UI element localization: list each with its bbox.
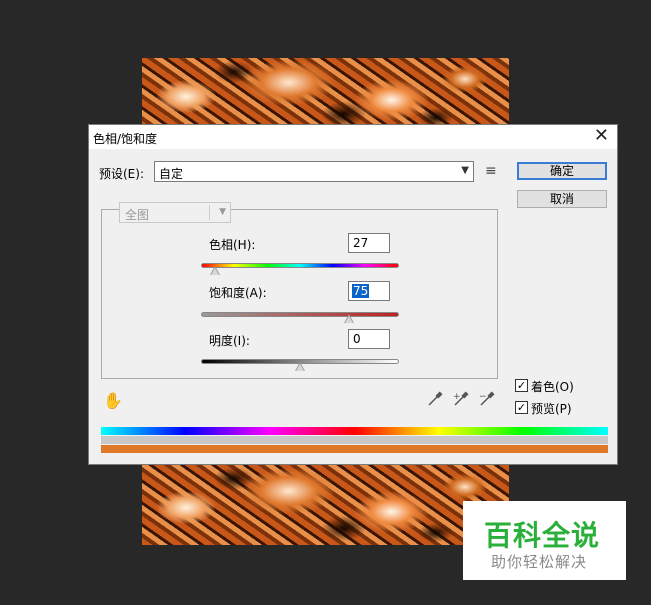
canvas-image-top (142, 58, 509, 128)
close-icon[interactable]: ✕ (594, 126, 609, 146)
input-color-bar (101, 427, 608, 435)
saturation-input[interactable]: 75 (348, 281, 390, 301)
saturation-label: 饱和度(A): (209, 286, 267, 300)
saturation-slider[interactable] (201, 312, 399, 317)
watermark-title: 百科全说 (484, 519, 601, 552)
ok-button[interactable]: 确定 (517, 162, 607, 180)
dialog-title: 色相/饱和度 (93, 132, 158, 146)
saturation-value: 75 (352, 284, 370, 298)
svg-text:+: + (453, 392, 461, 402)
chevron-down-icon: ▼ (461, 165, 469, 176)
preview-label: 预览(P) (531, 402, 572, 416)
watermark-subtitle: 助你轻松解决 (491, 553, 588, 571)
lightness-value: 0 (353, 332, 361, 346)
hue-slider-thumb[interactable] (210, 266, 220, 275)
hue-slider[interactable] (201, 263, 399, 268)
hue-input[interactable]: 27 (348, 233, 390, 253)
saturation-slider-thumb[interactable] (344, 314, 354, 323)
menu-icon[interactable]: ≡ (485, 163, 497, 179)
adjustment-group (101, 209, 498, 379)
lightness-label: 明度(I): (209, 334, 250, 348)
title-bar[interactable]: 色相/饱和度 ✕ (89, 125, 617, 149)
output-color-bar (101, 445, 608, 453)
preset-label: 预设(E): (99, 167, 144, 181)
preset-select[interactable]: 自定 ▼ (154, 161, 474, 182)
hue-value: 27 (353, 236, 369, 250)
svg-text:−: − (479, 392, 487, 402)
channel-value: 全图 (125, 208, 150, 222)
preset-value: 自定 (159, 167, 184, 181)
cancel-button[interactable]: 取消 (517, 190, 607, 208)
hue-saturation-dialog: 色相/饱和度 ✕ 预设(E): 自定 ▼ ≡ 确定 取消 全图 ▼ 色相(H):… (88, 124, 618, 465)
lightness-input[interactable]: 0 (348, 329, 390, 349)
colorize-checkbox[interactable]: ✓ (515, 379, 528, 392)
chevron-down-icon: ▼ (219, 207, 226, 217)
eyedropper-icon[interactable] (427, 391, 443, 407)
range-bar[interactable] (101, 436, 608, 444)
eyedropper-minus-icon[interactable]: − (479, 391, 495, 407)
watermark-logo: 百科全说 助你轻松解决 (463, 501, 626, 580)
channel-select[interactable]: 全图 ▼ (119, 202, 231, 223)
hand-tool-icon[interactable]: ✋ (103, 391, 123, 410)
colorize-label: 着色(O) (531, 380, 574, 394)
eyedropper-plus-icon[interactable]: + (453, 391, 469, 407)
preview-checkbox[interactable]: ✓ (515, 401, 528, 414)
hue-label: 色相(H): (209, 238, 256, 252)
canvas-image-bottom (142, 462, 509, 545)
lightness-slider-thumb[interactable] (295, 362, 305, 371)
